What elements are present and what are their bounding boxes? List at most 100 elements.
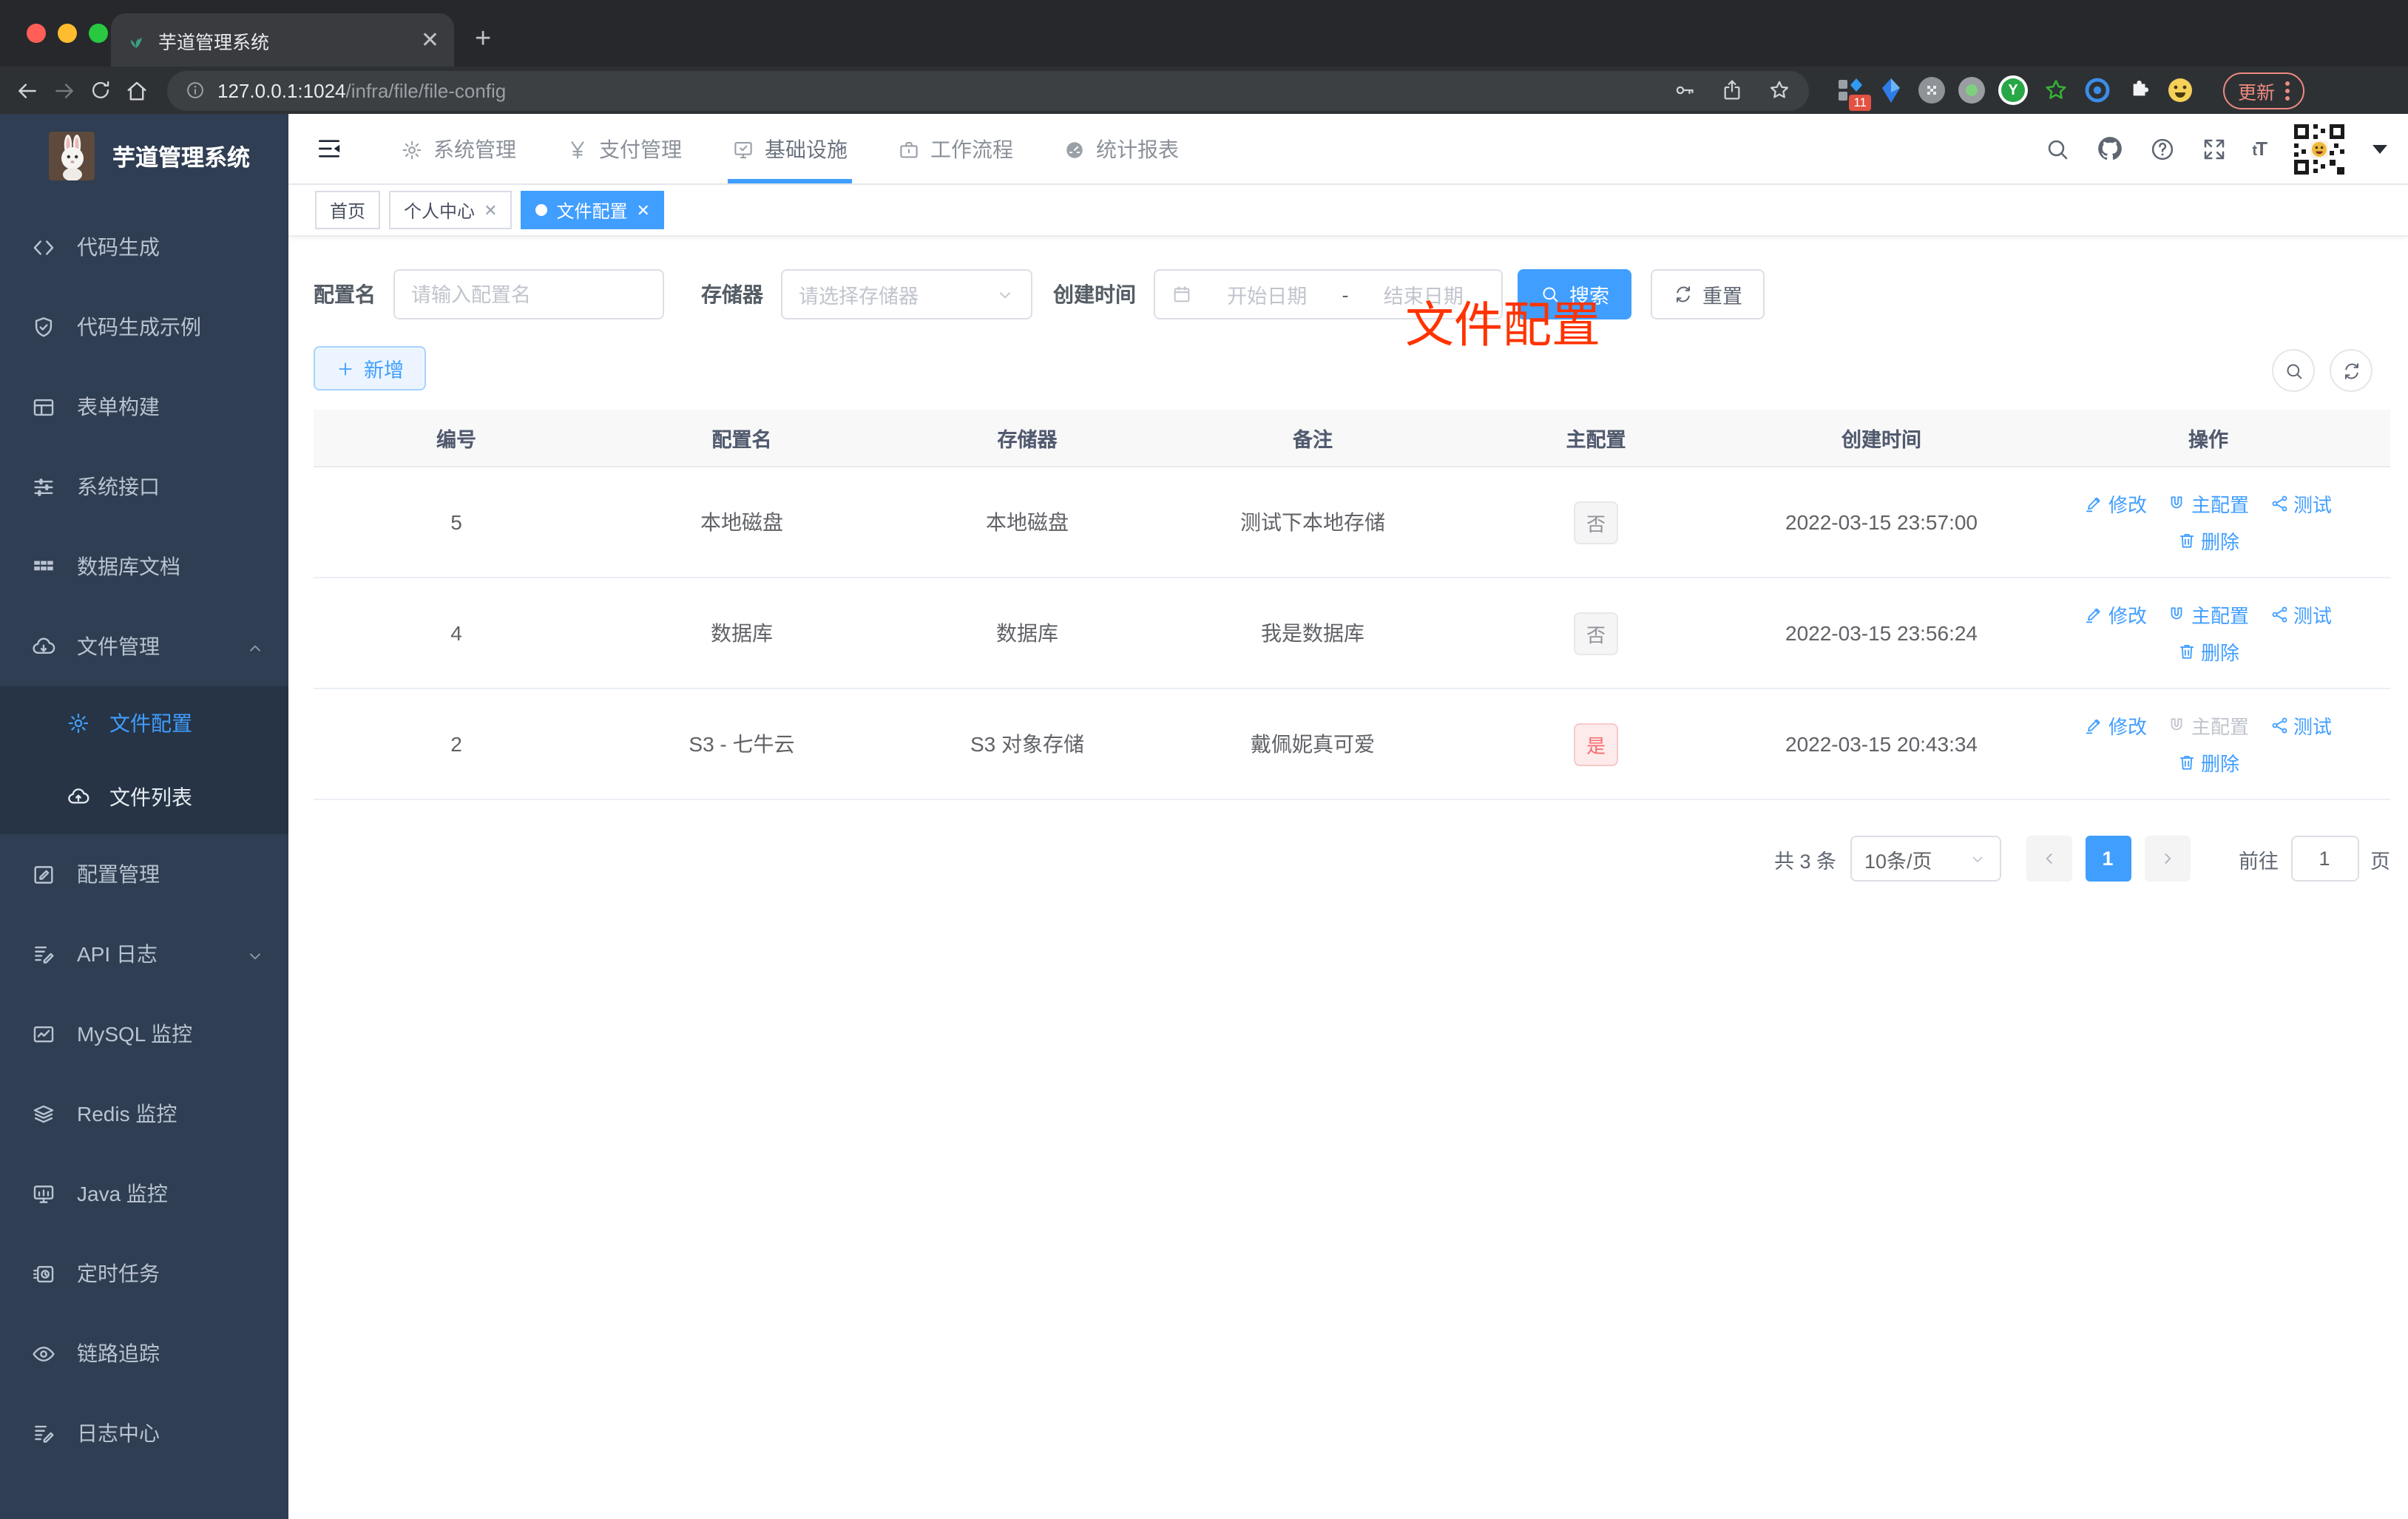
sidebar-item-config-management[interactable]: 配置管理 (0, 834, 288, 914)
set-master-link[interactable]: 主配置 (2168, 601, 2249, 629)
minimize-window-button[interactable] (58, 24, 77, 43)
file-config-table: 编号 配置名 存储器 备注 主配置 创建时间 操作 5 本地磁盘 本地磁盘 测试… (314, 410, 2390, 800)
delete-link[interactable]: 删除 (2177, 637, 2239, 666)
sidebar-logo-row[interactable]: 芋道管理系统 (0, 114, 288, 195)
pencil-icon (2085, 494, 2104, 513)
password-key-icon[interactable] (1673, 78, 1697, 102)
fullscreen-icon[interactable] (2200, 135, 2227, 162)
close-window-button[interactable] (27, 24, 46, 43)
page-1-button[interactable]: 1 (2085, 836, 2131, 882)
home-icon[interactable] (124, 78, 149, 103)
reload-icon[interactable] (89, 78, 112, 102)
extension-eye-icon[interactable] (2083, 76, 2111, 104)
delete-link[interactable]: 删除 (2177, 748, 2239, 777)
extension-y-icon[interactable]: Y (1998, 75, 2028, 105)
share-page-icon[interactable] (1720, 78, 1744, 102)
test-link[interactable]: 测试 (2270, 490, 2332, 518)
back-icon[interactable] (15, 78, 40, 103)
primary-tag-yes: 是 (1574, 723, 1618, 765)
col-remark: 备注 (1293, 429, 1333, 451)
storage-select[interactable]: 请选择存储器 (781, 269, 1032, 319)
show-search-button[interactable] (2272, 349, 2315, 392)
kebab-menu-icon (2285, 81, 2290, 100)
zoom-window-button[interactable] (89, 24, 108, 43)
close-icon[interactable]: ✕ (637, 200, 650, 220)
sidebar-item-scheduled-tasks[interactable]: 定时任务 (0, 1234, 288, 1313)
sidebar-item-file-management[interactable]: 文件管理 (0, 606, 288, 686)
config-name-input[interactable] (411, 283, 646, 305)
address-bar[interactable]: 127.0.0.1:1024/infra/file/file-config (167, 70, 1809, 110)
sidebar-item-trace[interactable]: 链路追踪 (0, 1313, 288, 1393)
tag-home[interactable]: 首页 (315, 191, 381, 229)
nav-infrastructure[interactable]: 基础设施 (707, 114, 873, 183)
reset-button[interactable]: 重置 (1651, 269, 1765, 319)
site-info-icon[interactable] (185, 80, 206, 101)
goto-page-input[interactable] (2290, 836, 2358, 882)
sidebar-item-api-log[interactable]: API 日志 (0, 914, 288, 994)
storage-label: 存储器 (701, 283, 763, 306)
bookmark-star-icon[interactable] (1768, 78, 1791, 102)
edit-link[interactable]: 修改 (2085, 490, 2147, 518)
next-page-button[interactable] (2144, 836, 2190, 882)
total-count: 共 3 条 (1773, 850, 1836, 872)
pagination: 共 3 条 10条/页 1 前往 页 (314, 836, 2390, 882)
test-link[interactable]: 测试 (2270, 711, 2332, 740)
extension-command-icon[interactable] (1918, 77, 1945, 104)
close-icon[interactable]: ✕ (484, 200, 497, 220)
test-link[interactable]: 测试 (2270, 601, 2332, 629)
nav-system-management[interactable]: 系统管理 (376, 114, 541, 183)
cloud-download-icon (31, 634, 56, 659)
tag-file-config[interactable]: 文件配置 ✕ (521, 191, 665, 229)
extension-kite-icon[interactable] (1877, 76, 1905, 104)
github-icon[interactable] (2095, 135, 2123, 163)
extension-emoji-icon[interactable] (2165, 76, 2194, 104)
sidebar-item-system-api[interactable]: 系统接口 (0, 447, 288, 527)
sidebar-item-code-example[interactable]: 代码生成示例 (0, 287, 288, 367)
primary-tag-no: 否 (1574, 612, 1618, 654)
user-avatar-qr[interactable] (2291, 121, 2347, 177)
start-date-placeholder[interactable]: 开始日期 (1205, 280, 1329, 309)
nav-workflow[interactable]: 工作流程 (873, 114, 1038, 183)
prev-page-button[interactable] (2026, 836, 2072, 882)
extension-puzzle-icon[interactable] (2124, 76, 2152, 104)
caret-down-icon[interactable] (2373, 144, 2387, 153)
search-icon[interactable] (2043, 135, 2070, 162)
sidebar-item-db-doc[interactable]: 数据库文档 (0, 527, 288, 606)
tab-close-icon[interactable]: ✕ (421, 29, 439, 51)
extension-grid-icon[interactable]: 11 (1836, 76, 1871, 110)
refresh-table-button[interactable] (2330, 349, 2373, 392)
trash-icon (2177, 642, 2196, 661)
sidebar-fold-icon[interactable] (315, 135, 343, 163)
font-size-icon[interactable]: ttTT (2252, 138, 2267, 160)
sidebar-item-file-config[interactable]: 文件配置 (0, 686, 288, 760)
nav-statistics[interactable]: 统计报表 (1038, 114, 1204, 183)
sidebar-item-redis-monitor[interactable]: Redis 监控 (0, 1074, 288, 1154)
forward-icon[interactable] (52, 78, 77, 103)
edit-link[interactable]: 修改 (2085, 601, 2147, 629)
new-tab-button[interactable]: + (475, 25, 491, 53)
timer-icon (31, 1261, 56, 1286)
sidebar-item-form-builder[interactable]: 表单构建 (0, 367, 288, 447)
browser-update-menu[interactable]: 更新 (2223, 72, 2305, 109)
page-size-select[interactable]: 10条/页 (1850, 836, 2001, 882)
extension-record-icon[interactable] (1958, 77, 1985, 104)
sidebar-item-mysql-monitor[interactable]: MySQL 监控 (0, 994, 288, 1074)
browser-tab[interactable]: 芋道管理系统 ✕ (111, 13, 454, 67)
nav-payment-management[interactable]: 支付管理 (541, 114, 707, 183)
sidebar-item-file-list[interactable]: 文件列表 (0, 760, 288, 834)
briefcase-icon (898, 136, 920, 161)
table-header-row: 编号 配置名 存储器 备注 主配置 创建时间 操作 (314, 410, 2390, 467)
share-icon (2270, 494, 2289, 513)
extension-badge: 11 (1849, 95, 1871, 110)
tag-profile[interactable]: 个人中心 ✕ (389, 191, 513, 229)
sidebar-item-java-monitor[interactable]: Java 监控 (0, 1154, 288, 1234)
chevron-up-icon (246, 635, 265, 658)
set-master-link[interactable]: 主配置 (2168, 490, 2249, 518)
add-button[interactable]: 新增 (314, 346, 426, 390)
sidebar-item-code-generation[interactable]: 代码生成 (0, 207, 288, 287)
edit-link[interactable]: 修改 (2085, 711, 2147, 740)
sidebar-item-log-center[interactable]: 日志中心 (0, 1393, 288, 1473)
extension-star-icon[interactable] (2041, 76, 2069, 104)
help-icon[interactable] (2148, 135, 2175, 162)
delete-link[interactable]: 删除 (2177, 527, 2239, 555)
